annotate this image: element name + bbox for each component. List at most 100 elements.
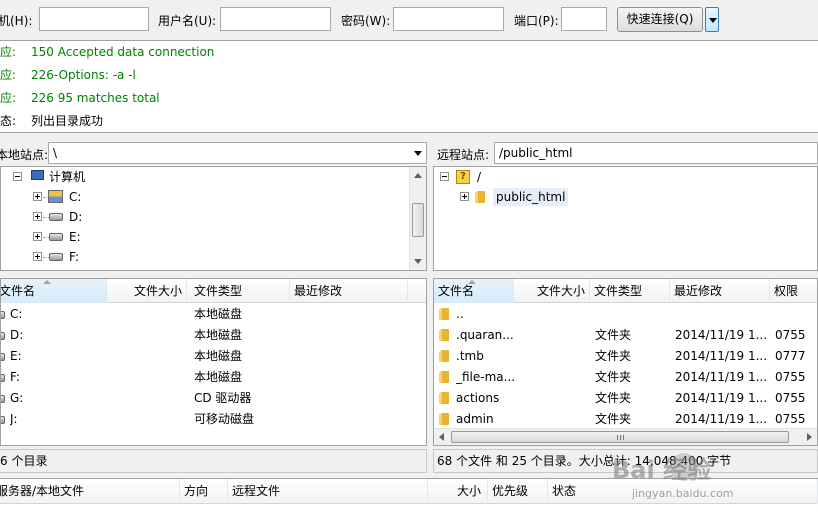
file-type: 文件夹 [595,349,632,363]
table-row[interactable]: F: 本地磁盘 [1,367,426,388]
table-row[interactable]: E: 本地磁盘 [1,346,426,367]
file-name: .quaran... [456,328,514,342]
file-type: CD 驱动器 [194,391,252,405]
table-row[interactable]: actions 文件夹 2014/11/19 1... 0755 [434,388,817,409]
expand-icon[interactable] [33,232,42,241]
column-label: 文件大小 [536,284,585,298]
column-header-name[interactable]: 文件名 [434,279,514,303]
sort-ascending-icon [43,280,51,284]
tree-item-label: public_html [493,188,569,206]
local-site-bar: 本地站点: \ [0,141,427,165]
file-name: E: [10,349,22,363]
user-input[interactable] [220,7,331,31]
password-label: 密码(W): [341,14,391,28]
scroll-thumb[interactable] [451,431,789,443]
scroll-right-icon[interactable] [807,433,812,441]
folder-icon [438,307,452,321]
local-path-combo[interactable]: \ [48,142,427,164]
file-type: 本地磁盘 [194,349,243,363]
file-type: 本地磁盘 [194,307,243,321]
drive-icon [49,233,63,241]
quickconnect-history-dropdown[interactable] [705,7,719,32]
log-entry-label: 响应: [0,68,17,82]
port-input[interactable] [561,7,607,31]
column-header-modified[interactable]: 最近修改 [670,279,770,303]
host-input[interactable] [39,7,149,31]
table-row[interactable]: .. [434,304,817,325]
sort-ascending-icon [468,280,476,284]
column-header-permissions[interactable]: 权限 [770,279,817,303]
file-name: admin [456,412,494,426]
message-log[interactable]: 响应: 150 Accepted data connection 响应: 226-Op… [0,40,818,133]
scroll-thumb[interactable] [412,203,424,237]
column-header-remote-file[interactable]: 远程文件 [228,479,428,504]
table-row[interactable]: .quaran... 文件夹 2014/11/19 1... 0755 [434,325,817,346]
password-input[interactable] [393,7,504,31]
tree-item-label: C: [69,190,82,204]
column-header-type[interactable]: 文件类型 [590,279,670,303]
drive-icon [49,253,63,261]
quickconnect-button[interactable]: 快速连接(Q) [617,7,703,32]
file-name: .tmb [456,349,484,363]
file-name: .. [456,307,464,321]
system-drive-icon [48,190,63,203]
file-permissions: 0755 [775,328,806,342]
column-label: 文件类型 [194,284,243,298]
file-name: J: [10,412,18,426]
column-header-type[interactable]: 文件类型 [190,279,290,303]
column-header-modified[interactable]: 最近修改 [290,279,408,303]
local-file-list[interactable]: 文件名 文件大小 文件类型 最近修改 C: 本地磁盘 D: 本地磁盘 E: 本地磁盘 F: 本… [0,278,427,446]
local-site-label: 本地站点: [0,148,49,162]
collapse-icon[interactable] [440,172,449,181]
file-name: G: [10,391,24,405]
local-directory-tree[interactable]: 计算机 C: D: E: F: [0,166,427,271]
scroll-up-icon[interactable] [414,173,422,178]
file-permissions: 0777 [775,349,806,363]
table-row[interactable]: _file-ma... 文件夹 2014/11/19 1... 0755 [434,367,817,388]
column-header-priority[interactable]: 优先级 [488,479,548,504]
table-row[interactable]: C: 本地磁盘 [1,304,426,325]
column-header-server-local-file[interactable]: 服务器/本地文件 [0,479,180,504]
table-row[interactable]: G: CD 驱动器 [1,388,426,409]
watermark-url: jingyan.baidu.com [632,487,734,500]
local-status-line: 6 个目录 [0,449,427,473]
drive-icon [1,374,5,382]
table-row[interactable]: admin 文件夹 2014/11/19 1... 0755 [434,409,817,430]
file-permissions: 0755 [775,391,806,405]
column-label: 权限 [774,284,799,298]
remote-list-header: 文件名 文件大小 文件类型 最近修改 权限 [434,279,817,303]
column-header-size[interactable]: 大小 [428,479,488,504]
scroll-down-icon[interactable] [414,259,422,264]
chevron-down-icon[interactable] [414,151,422,156]
collapse-icon[interactable] [13,172,22,181]
expand-icon[interactable] [33,252,42,261]
table-row[interactable]: J: 可移动磁盘 [1,409,426,430]
expand-icon[interactable] [460,192,469,201]
pane-splitter[interactable] [427,141,433,474]
remote-site-label: 远程站点: [437,148,490,162]
table-row[interactable]: D: 本地磁盘 [1,325,426,346]
vertical-scrollbar[interactable] [409,167,426,270]
file-permissions: 0755 [775,412,806,426]
scroll-left-icon[interactable] [439,433,444,441]
folder-icon [438,391,452,405]
column-header-size[interactable]: 文件大小 [107,279,187,303]
remote-file-list[interactable]: 文件名 文件大小 文件类型 最近修改 权限 .. .quaran... 文件夹 201… [433,278,818,446]
horizontal-scrollbar[interactable] [434,428,817,445]
remote-directory-tree[interactable]: ? / public_html [433,166,818,271]
file-name: _file-ma... [456,370,516,384]
folder-icon [438,349,452,363]
port-label: 端口(P): [514,14,559,28]
expand-icon[interactable] [33,192,42,201]
column-header-size[interactable]: 文件大小 [514,279,590,303]
column-header-direction[interactable]: 方向 [180,479,228,504]
baidu-watermark-logo: Bai 经验 jingyan.baidu.com [612,450,808,508]
column-header-name[interactable]: 文件名 [1,279,107,303]
expand-icon[interactable] [33,212,42,221]
table-row[interactable]: .tmb 文件夹 2014/11/19 1... 0777 [434,346,817,367]
remote-path-input[interactable]: /public_html [494,142,818,164]
file-modified: 2014/11/19 1... [675,370,767,384]
unknown-folder-icon: ? [456,170,470,184]
tree-item-label: / [477,170,482,184]
column-label: 最近修改 [294,284,343,298]
